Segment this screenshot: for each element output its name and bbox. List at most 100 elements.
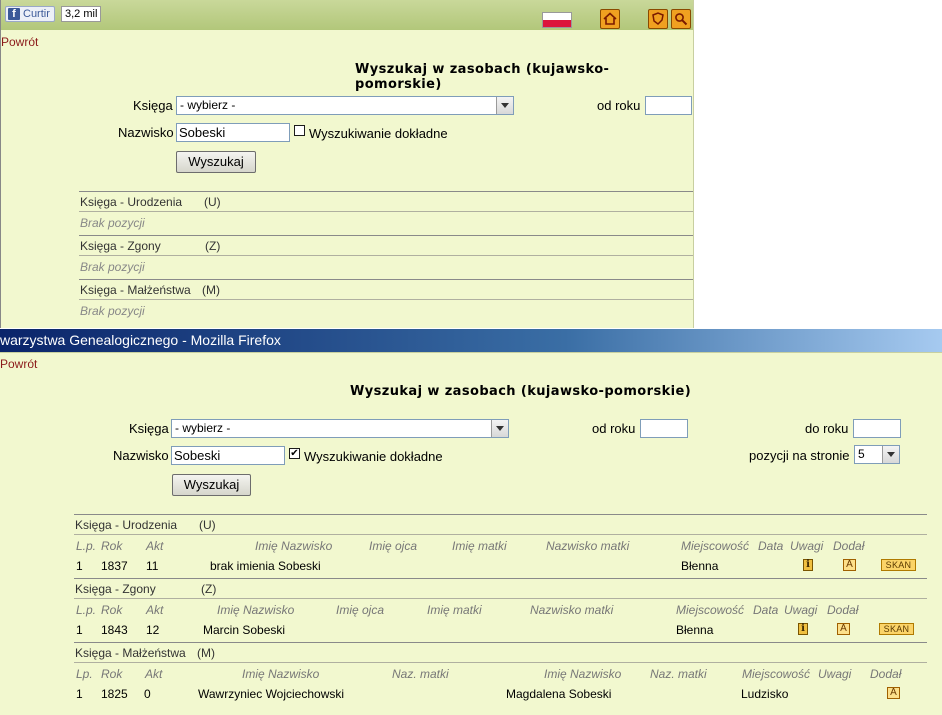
chevron-down-icon[interactable] [491, 420, 508, 437]
col-imie-matki: Imię matki [427, 603, 482, 617]
urodzenia-empty: Brak pozycji [80, 216, 145, 230]
col-imie-matki: Imię matki [452, 539, 507, 553]
row-miejscowosc: Błenna [681, 559, 719, 573]
col-dodal: Dodał [870, 667, 902, 681]
col-lp: L.p. [76, 539, 97, 553]
do-roku-input[interactable] [853, 419, 901, 438]
magnifier-icon[interactable] [671, 9, 691, 29]
row-imie-nazwisko: Marcin Sobeski [203, 623, 286, 637]
per-page-select[interactable]: 5 [854, 445, 900, 464]
facebook-like-count: 3,2 mil [61, 6, 102, 22]
section-zgony-label: Księga - Zgony [80, 239, 161, 253]
exact-search-label: Wyszukiwanie dokładne [309, 126, 448, 141]
col-rok: Rok [101, 603, 123, 617]
section-zgony-code: (Z) [205, 239, 221, 253]
home-icon[interactable] [600, 9, 620, 29]
search-button[interactable]: Wyszukaj [176, 151, 256, 173]
col-rok: Rok [101, 667, 123, 681]
section-zgony-label: Księga - Zgony [75, 582, 156, 596]
divider [74, 514, 927, 515]
section-malzenstwa-code: (M) [202, 283, 220, 297]
checkmark-icon: ✔ [290, 448, 299, 459]
row-rok: 1825 [101, 687, 128, 701]
col-groom-mother: Naz. matki [392, 667, 449, 681]
divider [74, 534, 927, 535]
col-dodal: Dodał [827, 603, 859, 617]
map-icon[interactable] [648, 9, 668, 29]
col-uwagi: Uwagi [790, 539, 824, 553]
col-lp: L.p. [76, 603, 97, 617]
per-page-value: 5 [858, 447, 865, 461]
col-bride-name: Imię Nazwisko [544, 667, 622, 681]
col-lp: Lp. [76, 667, 93, 681]
info-icon[interactable]: i [803, 559, 813, 571]
ksiega-select-value: - wybierz - [175, 421, 231, 435]
col-uwagi: Uwagi [818, 667, 852, 681]
facebook-icon: f [8, 8, 20, 20]
col-akt: Akt [146, 539, 164, 553]
row-lp: 1 [76, 559, 83, 573]
scan-button[interactable]: SKAN [881, 559, 916, 571]
search-button[interactable]: Wyszukaj [172, 474, 251, 496]
section-urodzenia-label: Księga - Urodzenia [80, 195, 183, 209]
od-roku-label: od roku [597, 98, 641, 113]
added-by-icon[interactable]: A [843, 559, 856, 571]
top-toolbar: f Curtir 3,2 mil [1, 0, 693, 30]
ksiega-label: Księga [129, 421, 169, 436]
section-malzenstwa-label: Księga - Małżeństwa [75, 646, 186, 660]
added-by-icon[interactable]: A [887, 687, 900, 699]
row-imie-nazwisko: brak imienia Sobeski [210, 559, 321, 573]
divider [79, 191, 693, 192]
row-miejscowosc: Błenna [676, 623, 714, 637]
col-data: Data [753, 603, 779, 617]
section-urodzenia-code: (U) [204, 195, 221, 209]
divider [79, 211, 693, 212]
col-miejscowosc: Miejscowość [676, 603, 745, 617]
malzenstwa-empty: Brak pozycji [80, 304, 145, 318]
row-lp: 1 [76, 623, 83, 637]
divider [74, 598, 927, 599]
od-roku-input[interactable] [645, 96, 692, 115]
chevron-down-icon[interactable] [882, 446, 899, 463]
col-imie-nazwisko: Imię Nazwisko [217, 603, 295, 617]
page-title: Wyszukaj w zasobach (kujawsko-pomorskie) [350, 384, 692, 399]
divider [74, 578, 927, 579]
back-link[interactable]: Powrót [1, 35, 38, 49]
row-rok: 1837 [101, 559, 128, 573]
col-data: Data [758, 539, 784, 553]
ksiega-select[interactable]: - wybierz - [176, 96, 514, 115]
nazwisko-input[interactable]: Sobeski [176, 123, 290, 142]
window-title: warzystwa Genealogicznego - Mozilla Fire… [0, 332, 281, 348]
chevron-down-icon[interactable] [496, 97, 513, 114]
exact-search-checkbox[interactable] [294, 125, 305, 136]
info-icon[interactable]: i [798, 623, 808, 635]
col-akt: Akt [145, 667, 163, 681]
row-miejscowosc: Ludzisko [741, 687, 789, 701]
added-by-icon[interactable]: A [837, 623, 850, 635]
exact-search-checkbox[interactable]: ✔ [289, 448, 300, 459]
divider [79, 235, 693, 236]
back-link[interactable]: Powrót [0, 357, 37, 371]
polish-flag-icon[interactable] [542, 12, 572, 28]
scan-button[interactable]: SKAN [879, 623, 914, 635]
col-miejscowosc: Miejscowość [742, 667, 811, 681]
divider [79, 279, 693, 280]
col-nazwisko-matki: Nazwisko matki [530, 603, 614, 617]
search-window-top: f Curtir 3,2 mil Powrót Wyszukaj w zasob… [0, 0, 694, 328]
section-urodzenia-code: (U) [199, 518, 216, 532]
firefox-title-bar[interactable]: warzystwa Genealogicznego - Mozilla Fire… [0, 329, 942, 352]
col-dodal: Dodał [833, 539, 865, 553]
row-akt: 0 [144, 687, 151, 701]
col-uwagi: Uwagi [784, 603, 818, 617]
nazwisko-input[interactable]: Sobeski [171, 446, 285, 465]
col-imie-ojca: Imię ojca [336, 603, 385, 617]
ksiega-label: Księga [133, 98, 173, 113]
search-window-bottom: Powrót Wyszukaj w zasobach (kujawsko-pom… [0, 352, 942, 715]
per-page-label: pozycji na stronie [749, 448, 850, 463]
od-roku-input[interactable] [640, 419, 688, 438]
facebook-like-button[interactable]: f Curtir [5, 6, 55, 22]
ksiega-select[interactable]: - wybierz - [171, 419, 509, 438]
section-urodzenia-label: Księga - Urodzenia [75, 518, 178, 532]
facebook-like-label: Curtir [23, 8, 50, 20]
section-malzenstwa-label: Księga - Małżeństwa [80, 283, 191, 297]
